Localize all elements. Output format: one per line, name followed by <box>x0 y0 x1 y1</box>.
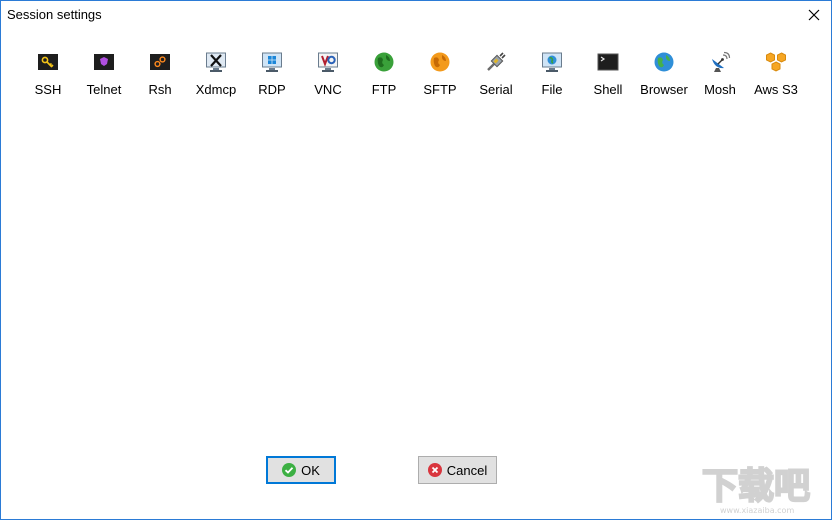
ok-label: OK <box>301 462 320 478</box>
cancel-x-icon <box>427 463 442 477</box>
ok-button[interactable]: OK <box>266 456 336 484</box>
cancel-label: Cancel <box>446 462 488 478</box>
session-type-label: Telnet <box>86 82 122 97</box>
session-type-browser[interactable]: Browser <box>636 51 692 101</box>
session-type-label: Xdmcp <box>195 82 237 97</box>
check-icon <box>282 463 297 477</box>
orange-globe-icon <box>430 52 450 72</box>
rsh-icon <box>150 54 170 70</box>
telnet-icon <box>94 54 114 70</box>
site-watermark-logo: 下载吧 www.xiazaiba.com <box>701 465 811 515</box>
session-type-label: SFTP <box>423 82 457 97</box>
session-type-ftp[interactable]: FTP <box>356 51 412 101</box>
satellite-dish-icon <box>712 51 731 72</box>
session-type-mosh[interactable]: Mosh <box>692 51 748 101</box>
session-type-telnet[interactable]: Telnet <box>76 51 132 101</box>
close-button[interactable] <box>797 1 831 29</box>
title-bar: Session settings <box>1 1 831 29</box>
windows-monitor-icon <box>262 52 282 72</box>
session-type-label: VNC <box>314 82 342 97</box>
session-type-rsh[interactable]: Rsh <box>132 51 188 101</box>
green-globe-icon <box>374 52 394 72</box>
session-type-serial[interactable]: Serial <box>468 51 524 101</box>
session-type-file[interactable]: File <box>524 51 580 101</box>
session-settings-dialog: Session settings SSH Telnet Rsh Xdmcp RD… <box>0 0 832 520</box>
session-type-vnc[interactable]: VNC <box>300 51 356 101</box>
svg-text:www.xiazaiba.com: www.xiazaiba.com <box>720 506 794 515</box>
session-type-toolbar: SSH Telnet Rsh Xdmcp RDP VNC FTP SFTP Se… <box>20 51 804 101</box>
session-type-shell[interactable]: Shell <box>580 51 636 101</box>
vnc-icon <box>318 52 338 72</box>
cancel-button[interactable]: Cancel <box>418 456 497 484</box>
file-monitor-icon <box>542 52 562 72</box>
session-type-label: FTP <box>371 82 397 97</box>
close-icon <box>808 9 820 21</box>
session-type-label: Shell <box>593 82 623 97</box>
session-type-label: SSH <box>34 82 62 97</box>
session-type-sftp[interactable]: SFTP <box>412 51 468 101</box>
dialog-title: Session settings <box>7 7 102 22</box>
session-type-label: Aws S3 <box>754 82 798 97</box>
cubes-icon <box>766 52 786 72</box>
session-type-aws-s3[interactable]: Aws S3 <box>748 51 804 101</box>
session-type-label: Mosh <box>704 82 736 97</box>
session-type-rdp[interactable]: RDP <box>244 51 300 101</box>
x-monitor-icon <box>206 52 226 72</box>
session-type-xdmcp[interactable]: Xdmcp <box>188 51 244 101</box>
earth-globe-icon <box>654 52 674 72</box>
session-type-label: File <box>541 82 563 97</box>
key-icon <box>38 54 58 70</box>
session-type-label: Browser <box>640 82 688 97</box>
session-type-ssh[interactable]: SSH <box>20 51 76 101</box>
session-type-label: RDP <box>258 82 286 97</box>
session-type-label: Serial <box>479 82 513 97</box>
serial-plug-icon <box>487 52 506 71</box>
svg-text:下载吧: 下载吧 <box>702 466 810 507</box>
session-type-label: Rsh <box>148 82 172 97</box>
terminal-icon <box>597 53 619 71</box>
